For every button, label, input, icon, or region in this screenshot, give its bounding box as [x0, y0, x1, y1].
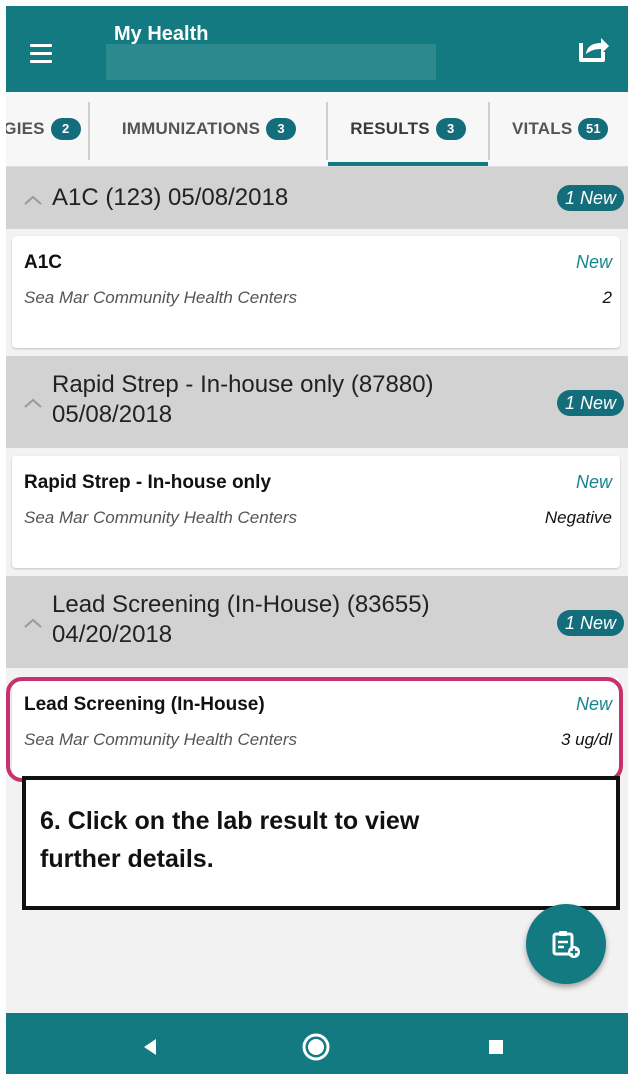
tab-count-badge: 3: [435, 118, 466, 140]
group-title: Rapid Strep - In-house only (87880): [52, 371, 434, 398]
chevron-up-icon: [24, 398, 42, 408]
group-date: 04/20/2018: [52, 621, 173, 648]
tab-bar: GIES 2 IMMUNIZATIONS 3 RESULTS 3 VITALS …: [6, 92, 628, 167]
instruction-line: further details.: [40, 845, 214, 873]
phone-screen: My Health GIES 2 IMMUNIZATIONS 3 RESULTS…: [6, 6, 628, 1074]
result-card[interactable]: Rapid Strep - In-house only Sea Mar Comm…: [12, 456, 620, 568]
tab-count-badge: 3: [266, 118, 297, 140]
result-organization: Sea Mar Community Health Centers: [24, 730, 298, 749]
result-title: Lead Screening (In-House): [24, 694, 265, 715]
tab-immunizations[interactable]: IMMUNIZATIONS 3: [92, 92, 326, 166]
result-title: A1C: [24, 252, 63, 273]
home-circle-icon[interactable]: [276, 1013, 356, 1074]
chevron-up-icon: [24, 195, 42, 205]
tab-label: GIES: [6, 119, 45, 138]
instruction-line: 6. Click on the lab result to view: [40, 807, 420, 835]
new-count-badge: 1 New: [556, 610, 624, 636]
tab-divider: [488, 102, 490, 160]
tab-vitals[interactable]: VITALS 51: [492, 92, 628, 166]
tab-label: VITALS: [512, 119, 573, 138]
hamburger-menu-icon[interactable]: [30, 34, 68, 70]
tab-label: IMMUNIZATIONS: [121, 119, 261, 138]
result-card[interactable]: A1C Sea Mar Community Health Centers New…: [12, 236, 620, 348]
tab-divider: [88, 102, 90, 160]
result-group-header[interactable]: Lead Screening (In-House) (83655) 04/20/…: [6, 576, 628, 668]
result-organization: Sea Mar Community Health Centers: [24, 508, 298, 527]
result-group-header[interactable]: Rapid Strep - In-house only (87880) 05/0…: [6, 356, 628, 448]
result-card-lead-screening[interactable]: Lead Screening (In-House) Sea Mar Commun…: [12, 678, 620, 778]
instruction-callout: 6. Click on the lab result to view furth…: [22, 776, 620, 910]
group-title: Lead Screening (In-House) (83655): [52, 591, 430, 618]
tab-allergies[interactable]: GIES 2: [6, 92, 82, 166]
new-count-badge: 1 New: [556, 390, 624, 416]
back-triangle-icon[interactable]: [110, 1013, 190, 1074]
result-status: New: [575, 694, 612, 714]
result-organization: Sea Mar Community Health Centers: [24, 288, 298, 307]
new-count-badge: 1 New: [556, 185, 624, 211]
system-nav-bar: [6, 1013, 628, 1074]
result-status: New: [575, 252, 612, 272]
recents-square-icon[interactable]: [456, 1013, 536, 1074]
chevron-up-icon: [24, 618, 42, 628]
result-value: 2: [602, 288, 612, 307]
result-value: 3 ug/dl: [560, 730, 612, 749]
result-group-header[interactable]: A1C (123) 05/08/2018 1 New: [6, 167, 628, 229]
tab-count-badge: 51: [578, 118, 609, 140]
result-value: Negative: [544, 508, 612, 527]
group-date: 05/08/2018: [52, 401, 173, 428]
app-bar: My Health: [6, 6, 628, 92]
share-icon[interactable]: [576, 32, 610, 66]
tab-results[interactable]: RESULTS 3: [328, 92, 488, 166]
app-title: My Health: [114, 23, 209, 45]
add-record-icon: [552, 931, 580, 958]
tab-count-badge: 2: [50, 118, 81, 140]
add-record-button[interactable]: [526, 904, 606, 984]
redacted-subtitle: [106, 44, 436, 80]
result-title: Rapid Strep - In-house only: [24, 472, 272, 493]
result-status: New: [575, 472, 612, 492]
group-title: A1C (123) 05/08/2018: [52, 184, 289, 211]
tab-label: RESULTS: [350, 119, 430, 138]
